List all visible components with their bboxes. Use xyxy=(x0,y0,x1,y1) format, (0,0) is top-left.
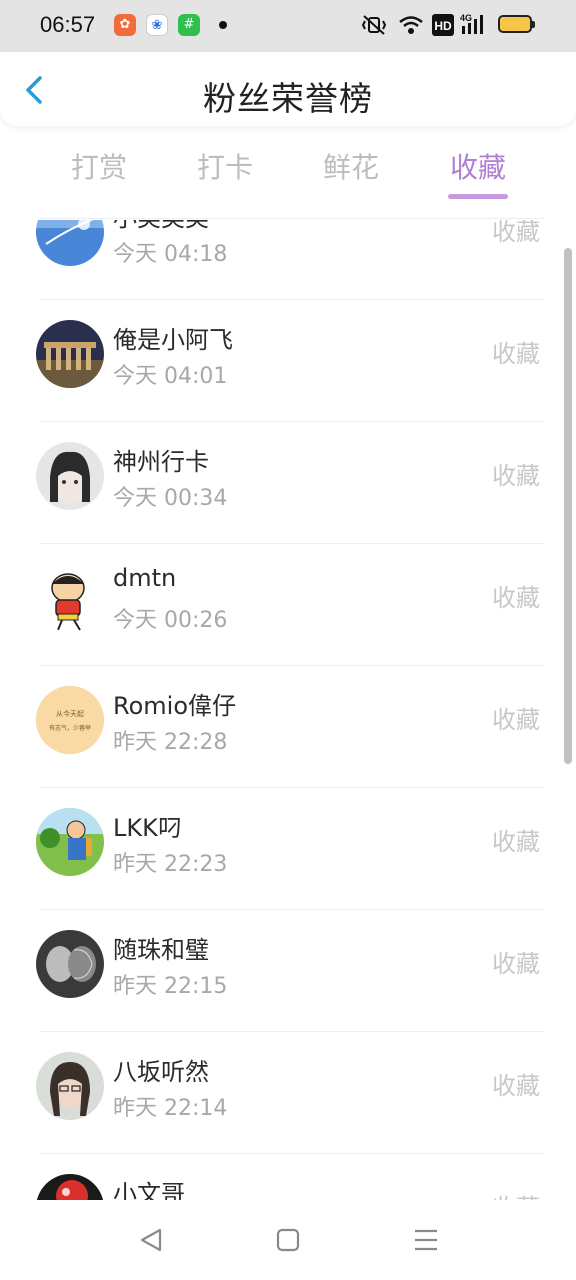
avatar[interactable] xyxy=(36,564,104,632)
hd-icon: HD xyxy=(432,14,454,36)
list-item-time: 今天 04:01 xyxy=(113,364,228,389)
tab-xianhua[interactable]: 鲜花 xyxy=(291,146,411,186)
avatar-text-line-2: 有志气，少蓉举 xyxy=(49,724,91,732)
list-item-name: 神州行卡 xyxy=(113,448,209,476)
list-item[interactable]: LKK叼 昨天 22:23 收藏 xyxy=(0,788,576,910)
list-item-time: 昨天 22:23 xyxy=(113,852,228,877)
list-item-name: 俺是小阿飞 xyxy=(113,326,233,354)
list-item-action[interactable]: 收藏 xyxy=(492,456,540,491)
list-item[interactable]: 小文哥 收藏 xyxy=(0,1154,576,1200)
tab-daka[interactable]: 打卡 xyxy=(165,146,285,186)
list-item-name: 随珠和璧 xyxy=(113,936,209,964)
baidu-notification-icon: ❀ xyxy=(146,14,168,36)
home-square-icon[interactable] xyxy=(268,1220,308,1260)
more-notifications-dot-icon xyxy=(219,21,227,29)
list-item[interactable]: 俺是小阿飞 今天 04:01 收藏 xyxy=(0,300,576,422)
active-tab-indicator xyxy=(448,194,508,199)
fan-list[interactable]: 小美美美 今天 04:18 收藏 俺是小阿飞 今天 04:01 收藏 xyxy=(0,220,576,1200)
list-item-name: LKK叼 xyxy=(113,814,182,842)
list-item-action[interactable]: 收藏 xyxy=(492,1188,540,1200)
list-item-action[interactable]: 收藏 xyxy=(492,220,540,247)
list-item-action[interactable]: 收藏 xyxy=(492,334,540,369)
list-item[interactable]: 神州行卡 今天 00:34 收藏 xyxy=(0,422,576,544)
page-title: 粉丝荣誉榜 xyxy=(203,79,373,118)
tabs-divider xyxy=(40,218,545,219)
wechat-work-notification-icon: # xyxy=(178,14,200,36)
list-item-name: Romio偉仔 xyxy=(113,692,237,720)
avatar[interactable] xyxy=(36,1174,104,1200)
tab-shoucang[interactable]: 收藏 xyxy=(418,146,538,186)
svg-text:4G: 4G xyxy=(460,13,472,23)
list-item-action[interactable]: 收藏 xyxy=(492,822,540,857)
list-item-name: 小美美美 xyxy=(113,220,209,233)
tab-bar: 打赏 打卡 鲜花 收藏 xyxy=(0,140,576,210)
list-item-time: 今天 04:18 xyxy=(113,242,228,267)
mute-vibrate-icon xyxy=(361,15,387,35)
app-notification-icon: ✿ xyxy=(114,14,136,36)
list-item[interactable]: 从今天起 有志气，少蓉举 Romio偉仔 昨天 22:28 收藏 xyxy=(0,666,576,788)
list-item-name: 小文哥 xyxy=(113,1180,185,1200)
avatar[interactable] xyxy=(36,442,104,510)
system-nav-bar xyxy=(0,1200,576,1280)
list-item-action[interactable]: 收藏 xyxy=(492,578,540,613)
tab-dashang[interactable]: 打赏 xyxy=(39,146,159,186)
list-item[interactable]: 随珠和璧 昨天 22:15 收藏 xyxy=(0,910,576,1032)
wifi-icon xyxy=(399,16,423,34)
list-item-time: 今天 00:34 xyxy=(113,486,228,511)
avatar[interactable] xyxy=(36,1052,104,1120)
list-item-time: 今天 00:26 xyxy=(113,608,228,633)
status-time: 06:57 xyxy=(40,12,96,37)
list-item[interactable]: dmtn 今天 00:26 收藏 xyxy=(0,544,576,666)
list-item-name: 八坂听然 xyxy=(113,1058,209,1086)
avatar[interactable] xyxy=(36,320,104,388)
page-header: 粉丝荣誉榜 xyxy=(0,52,576,126)
list-item-name: dmtn xyxy=(113,564,177,592)
menu-lines-icon[interactable] xyxy=(406,1220,446,1260)
status-bar: 06:57 ✿ ❀ # HD 4G xyxy=(0,0,576,52)
list-item-time: 昨天 22:15 xyxy=(113,974,228,999)
svg-text:HD: HD xyxy=(434,19,452,33)
4g-signal-icon: 4G xyxy=(460,13,483,34)
list-item-action[interactable]: 收藏 xyxy=(492,1066,540,1101)
list-item[interactable]: 小美美美 今天 04:18 收藏 xyxy=(0,220,576,300)
battery-icon xyxy=(498,15,535,33)
list-item-action[interactable]: 收藏 xyxy=(492,700,540,735)
avatar[interactable] xyxy=(36,220,104,266)
avatar[interactable] xyxy=(36,808,104,876)
avatar[interactable]: 从今天起 有志气，少蓉举 xyxy=(36,686,104,754)
list-item[interactable]: 八坂听然 昨天 22:14 收藏 xyxy=(0,1032,576,1154)
list-item-time: 昨天 22:28 xyxy=(113,730,228,755)
avatar-text-line-1: 从今天起 xyxy=(56,709,84,718)
list-item-time: 昨天 22:14 xyxy=(113,1096,228,1121)
list-item-action[interactable]: 收藏 xyxy=(492,944,540,979)
back-triangle-icon[interactable] xyxy=(132,1220,172,1260)
avatar[interactable] xyxy=(36,930,104,998)
scrollbar[interactable] xyxy=(564,248,572,764)
